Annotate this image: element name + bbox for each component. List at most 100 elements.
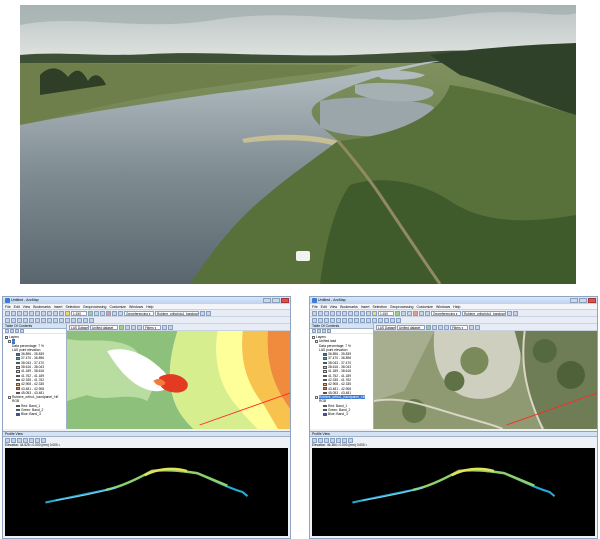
full-extent-icon[interactable]: [330, 437, 335, 443]
paste-icon[interactable]: [348, 310, 353, 316]
expand-icon[interactable]: [312, 335, 315, 339]
menu-bookmarks[interactable]: Bookmarks: [33, 304, 51, 310]
zoom-out-icon[interactable]: [11, 317, 16, 323]
select-features-icon[interactable]: [360, 317, 365, 323]
minimize-button[interactable]: [570, 298, 578, 303]
save-icon[interactable]: [17, 310, 22, 316]
measure-icon[interactable]: [390, 317, 395, 323]
rotate-icon[interactable]: [200, 310, 205, 316]
aspect-icon[interactable]: [137, 324, 142, 330]
menu-customize[interactable]: Customize: [416, 304, 433, 310]
point-elevation-icon[interactable]: [426, 324, 431, 330]
settings-icon[interactable]: [41, 437, 46, 443]
menu-bookmarks[interactable]: Bookmarks: [340, 304, 358, 310]
fixed-zoom-in-icon[interactable]: [29, 317, 34, 323]
save-icon[interactable]: [324, 310, 329, 316]
zoom-in-icon[interactable]: [5, 317, 10, 323]
las-dataset-menu[interactable]: LAS Dataset ▾: [376, 324, 396, 330]
shift-icon[interactable]: [206, 310, 211, 316]
open-icon[interactable]: [11, 310, 16, 316]
list-by-visibility-icon[interactable]: [322, 329, 326, 333]
full-extent-icon[interactable]: [23, 437, 28, 443]
menu-windows[interactable]: Windows: [129, 304, 143, 310]
new-icon[interactable]: [5, 310, 10, 316]
paste-icon[interactable]: [41, 310, 46, 316]
measure-icon[interactable]: [29, 437, 34, 443]
zoom-in-icon[interactable]: [312, 437, 317, 443]
fixed-zoom-in-icon[interactable]: [336, 317, 341, 323]
copy-icon[interactable]: [342, 310, 347, 316]
pan-icon[interactable]: [324, 437, 329, 443]
zoom-out-icon[interactable]: [318, 317, 323, 323]
pan-icon[interactable]: [17, 437, 22, 443]
menu-view[interactable]: View: [23, 304, 31, 310]
add-data-icon[interactable]: [65, 310, 70, 316]
find-icon[interactable]: [384, 317, 389, 323]
point-elevation-icon[interactable]: [119, 324, 124, 330]
catalog-icon[interactable]: [100, 310, 105, 316]
menu-help[interactable]: Help: [146, 304, 153, 310]
list-by-visibility-icon[interactable]: [15, 329, 19, 333]
list-by-selection-icon[interactable]: [20, 329, 24, 333]
expand-icon[interactable]: [5, 335, 8, 339]
back-extent-icon[interactable]: [41, 317, 46, 323]
measure-icon[interactable]: [83, 317, 88, 323]
redo-icon[interactable]: [366, 310, 371, 316]
map-view[interactable]: LAS Dataset ▾ Unified dataset Filters ▾: [374, 324, 597, 429]
las-dataset-menu[interactable]: LAS Dataset ▾: [69, 324, 89, 330]
find-icon[interactable]: [77, 317, 82, 323]
georeferencing-menu[interactable]: Georeferencing ▾: [431, 310, 461, 316]
menu-geoprocessing[interactable]: Geoprocessing: [390, 304, 414, 310]
select-features-icon[interactable]: [53, 317, 58, 323]
hyperlink-icon[interactable]: [396, 317, 401, 323]
search-icon[interactable]: [106, 310, 111, 316]
las-layer-select[interactable]: Unified dataset: [90, 324, 118, 330]
forward-extent-icon[interactable]: [47, 317, 52, 323]
zoom-out-icon[interactable]: [11, 437, 16, 443]
filters-menu[interactable]: Filters ▾: [450, 324, 468, 330]
close-button[interactable]: [281, 298, 289, 303]
print-icon[interactable]: [23, 310, 28, 316]
slope-icon[interactable]: [131, 324, 136, 330]
menu-selection[interactable]: Selection: [65, 304, 79, 310]
settings-icon[interactable]: [348, 437, 353, 443]
copy-icon[interactable]: [35, 310, 40, 316]
menu-customize[interactable]: Customize: [109, 304, 126, 310]
menu-edit[interactable]: Edit: [321, 304, 327, 310]
pan-icon[interactable]: [324, 317, 329, 323]
menu-windows[interactable]: Windows: [436, 304, 450, 310]
new-icon[interactable]: [312, 310, 317, 316]
back-extent-icon[interactable]: [348, 317, 353, 323]
fixed-zoom-out-icon[interactable]: [35, 317, 40, 323]
maximize-button[interactable]: [272, 298, 280, 303]
pan-icon[interactable]: [17, 317, 22, 323]
clear-selection-icon[interactable]: [366, 317, 371, 323]
editor-icon[interactable]: [88, 310, 93, 316]
open-icon[interactable]: [318, 310, 323, 316]
editor-icon[interactable]: [395, 310, 400, 316]
filters-menu[interactable]: Filters ▾: [143, 324, 161, 330]
toc-icon[interactable]: [94, 310, 99, 316]
3d-view-icon[interactable]: [168, 324, 173, 330]
3d-view-icon[interactable]: [475, 324, 480, 330]
select-elements-icon[interactable]: [65, 317, 70, 323]
profile-view-icon[interactable]: [162, 324, 167, 330]
print-icon[interactable]: [330, 310, 335, 316]
profile-view-icon[interactable]: [469, 324, 474, 330]
cut-icon[interactable]: [336, 310, 341, 316]
delete-icon[interactable]: [47, 310, 52, 316]
measure-icon[interactable]: [336, 437, 341, 443]
close-button[interactable]: [588, 298, 596, 303]
toc-icon[interactable]: [401, 310, 406, 316]
shift-icon[interactable]: [513, 310, 518, 316]
hyperlink-icon[interactable]: [89, 317, 94, 323]
las-layer-select[interactable]: Unified dataset: [397, 324, 425, 330]
list-by-source-icon[interactable]: [317, 329, 321, 333]
menu-help[interactable]: Help: [453, 304, 460, 310]
full-extent-icon[interactable]: [23, 317, 28, 323]
georeferencing-menu[interactable]: Georeferencing ▾: [124, 310, 154, 316]
select-elements-icon[interactable]: [372, 317, 377, 323]
georef-layer-select[interactable]: Rubiere_orthofoto1_bandpanel.tif: [155, 310, 199, 316]
list-by-source-icon[interactable]: [10, 329, 14, 333]
list-by-selection-icon[interactable]: [327, 329, 331, 333]
